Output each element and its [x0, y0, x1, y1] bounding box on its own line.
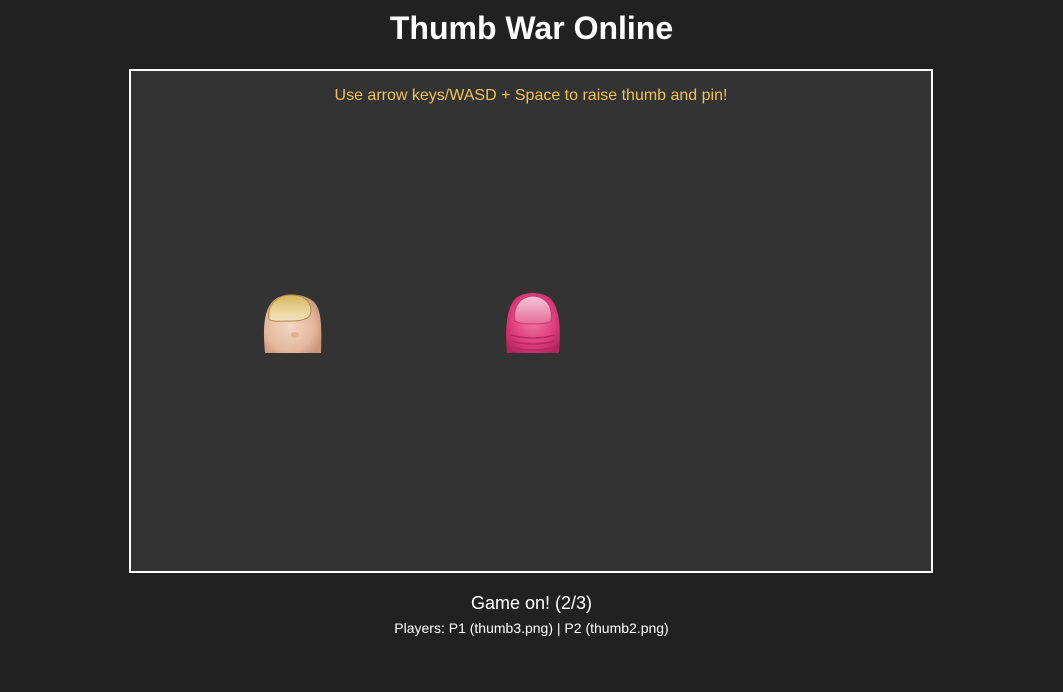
pink-thumb-icon	[506, 293, 560, 353]
player2-thumb[interactable]	[505, 291, 561, 353]
game-status: Game on! (2/3)	[470, 593, 593, 613]
game-board[interactable]: Use arrow keys/WASD + Space to raise thu…	[129, 69, 933, 573]
page-title: Thumb War Online	[389, 10, 674, 46]
instructions-text: Use arrow keys/WASD + Space to raise thu…	[334, 87, 728, 104]
player1-thumb[interactable]	[261, 291, 323, 353]
pale-thumb-icon	[263, 294, 322, 353]
players-info: Players: P1 (thumb3.png) | P2 (thumb2.pn…	[394, 620, 669, 636]
